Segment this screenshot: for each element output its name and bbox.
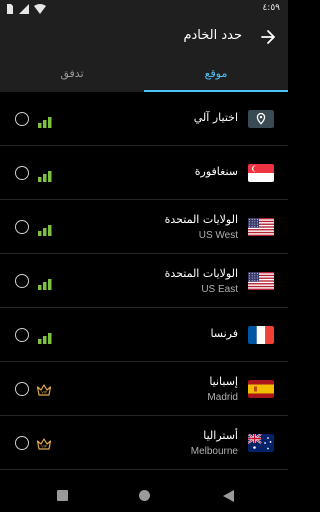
flag-singapore-icon: [248, 164, 274, 182]
server-name: الولايات المتحدة: [164, 213, 238, 226]
system-nav-bar: [0, 482, 288, 512]
server-city: Melbourne: [190, 446, 238, 457]
server-radio[interactable]: [15, 220, 29, 234]
server-name: الولايات المتحدة: [164, 267, 238, 280]
flag-france-icon: [248, 326, 274, 344]
flag-spain-icon: [248, 380, 274, 398]
server-list: اختيار آلي سنغافورة الولايات المتحدة US Wes…: [0, 92, 288, 482]
status-bar: ٤:٥٩: [0, 0, 288, 18]
recents-icon[interactable]: [57, 490, 68, 501]
server-city: US West: [198, 230, 238, 241]
tab-location[interactable]: موقع: [144, 56, 288, 92]
status-icons: [6, 4, 46, 14]
svg-text:VIP: VIP: [41, 445, 47, 449]
toolbar: حدد الخادم: [0, 18, 288, 56]
server-radio[interactable]: [15, 436, 29, 450]
signal-strength-icon: [38, 275, 54, 290]
vip-crown-icon: VIP: [36, 436, 52, 450]
server-name: اختيار آلي: [193, 111, 238, 124]
flag-usa-icon: [248, 218, 274, 236]
server-name: أستراليا: [203, 429, 238, 442]
svg-text:VIP: VIP: [41, 391, 47, 395]
signal-strength-icon: [38, 113, 54, 128]
server-radio[interactable]: [15, 166, 29, 180]
tab-stream[interactable]: تدفق: [0, 56, 144, 92]
server-city: Madrid: [207, 392, 238, 403]
server-row[interactable]: اختيار آلي: [0, 92, 288, 146]
vip-crown-icon: VIP: [36, 382, 52, 396]
server-name: فرنسا: [210, 327, 238, 340]
tab-bar: موقع تدفق: [0, 56, 288, 92]
server-name: إسبانيا: [209, 375, 238, 388]
server-row[interactable]: فرنسا: [0, 308, 288, 362]
flag-australia-icon: [248, 434, 274, 452]
server-row[interactable]: الولايات المتحدة US East: [0, 254, 288, 308]
sim-icon: [7, 4, 13, 14]
server-row[interactable]: إسبانيا Madrid VIP: [0, 362, 288, 416]
flag-usa-icon: [248, 272, 274, 290]
back-arrow-icon[interactable]: [258, 27, 278, 47]
location-pin-icon: [248, 110, 274, 128]
server-row[interactable]: أستراليا Melbourne VIP: [0, 416, 288, 470]
wifi-icon: [34, 4, 46, 14]
status-time: ٤:٥٩: [262, 3, 280, 13]
home-icon[interactable]: [139, 490, 150, 501]
server-radio[interactable]: [15, 112, 29, 126]
server-city: US East: [201, 284, 238, 295]
signal-icon: [19, 4, 29, 14]
server-radio[interactable]: [15, 274, 29, 288]
signal-strength-icon: [38, 221, 54, 236]
server-row[interactable]: سنغافورة: [0, 146, 288, 200]
server-name: سنغافورة: [194, 165, 238, 178]
back-nav-icon[interactable]: [223, 490, 234, 502]
signal-strength-icon: [38, 167, 54, 182]
server-radio[interactable]: [15, 328, 29, 342]
server-row[interactable]: الولايات المتحدة US West: [0, 200, 288, 254]
signal-strength-icon: [38, 329, 54, 344]
server-row[interactable]: أسترالياVIP: [0, 470, 288, 482]
page-title: حدد الخادم: [183, 28, 242, 43]
server-radio[interactable]: [15, 382, 29, 396]
